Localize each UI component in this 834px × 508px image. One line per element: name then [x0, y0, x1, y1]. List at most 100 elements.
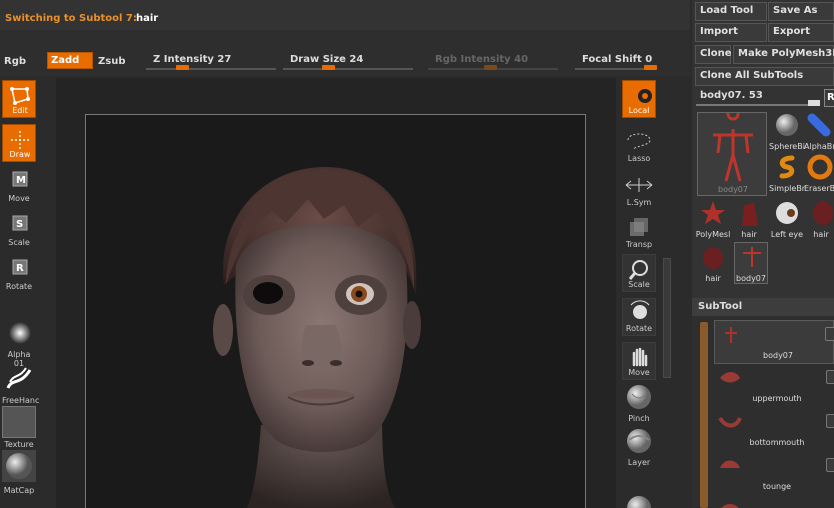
eraser-brush-icon	[807, 154, 833, 180]
rotate-label: Rotate	[5, 282, 33, 291]
subtool-item-label: uppermouth	[752, 394, 802, 403]
star-polymesh-icon	[701, 201, 725, 224]
clone-all-subtools-button[interactable]: Clone All SubTools	[695, 67, 834, 86]
right-toolbar: Local Lasso L.Sym Transp Scale Rotate Mo…	[618, 76, 660, 508]
status-subtool: hair	[136, 13, 159, 24]
rotate-view-label: Rotate	[625, 324, 653, 333]
r-button[interactable]: R	[824, 89, 834, 107]
edit-label: Edit	[12, 106, 28, 115]
rotate-view-button[interactable]: Rotate	[621, 298, 657, 336]
tool-slider-knob[interactable]	[808, 100, 820, 106]
alpha-icon	[9, 322, 31, 344]
tool-thumb-polymesh[interactable]: PolyMesl	[695, 198, 731, 239]
clone-button[interactable]: Clone	[695, 45, 732, 64]
edit-button[interactable]: Edit	[2, 80, 36, 118]
visibility-toggle-icon[interactable]	[826, 458, 834, 472]
subtool-item-body07[interactable]: body07	[714, 320, 834, 364]
layer-brush-button[interactable]: Layer	[621, 426, 657, 467]
subtool-item-next[interactable]	[714, 496, 834, 508]
tool-thumb-sphere[interactable]: SphereBi	[769, 110, 805, 151]
next-brush-button[interactable]	[621, 492, 657, 508]
hair-thumb-label-3: hair	[705, 274, 721, 283]
body-preview-icon	[725, 327, 737, 343]
simple-brush-icon	[779, 155, 795, 179]
draw-button[interactable]: Draw	[2, 124, 36, 162]
draw-size-slider[interactable]	[283, 68, 413, 70]
hair-mesh-icon-3	[703, 247, 723, 269]
lasso-icon	[627, 133, 651, 151]
move-view-button[interactable]: Move	[621, 342, 657, 380]
subtool-header[interactable]: SubTool	[692, 298, 834, 316]
focal-shift-label: Focal Shift 0	[582, 54, 653, 65]
lsym-icon	[625, 178, 653, 192]
move-button[interactable]: M Move	[2, 170, 36, 203]
make-polymesh-button[interactable]: Make PolyMesh3D	[733, 45, 834, 64]
freehand-stroke-icon	[6, 367, 32, 389]
alpha-brush-icon	[807, 113, 831, 137]
visibility-toggle-icon[interactable]	[825, 327, 834, 341]
current-tool-thumbnail[interactable]: body07	[697, 107, 767, 196]
zadd-button[interactable]: Zadd	[47, 52, 93, 69]
export-button[interactable]: Export	[768, 23, 834, 42]
focal-shift-knob[interactable]	[644, 65, 657, 70]
zsub-button[interactable]: Zsub	[98, 56, 125, 67]
layer-label: Layer	[627, 458, 651, 467]
transp-button[interactable]: Transp	[621, 216, 657, 249]
texture-button[interactable]: Texture	[2, 406, 36, 449]
pinch-label: Pinch	[628, 414, 650, 423]
scale-view-button[interactable]: Scale	[621, 254, 657, 292]
pinch-brush-button[interactable]: Pinch	[621, 382, 657, 423]
stroke-button[interactable]: FreeHanc	[2, 364, 39, 405]
tool-thumb-hair-2[interactable]: hair	[808, 198, 834, 239]
z-intensity-slider[interactable]	[146, 68, 276, 70]
subtool-item-uppermouth[interactable]: uppermouth	[714, 364, 834, 408]
save-as-button[interactable]: Save As	[768, 2, 834, 21]
canvas-scrollbar[interactable]	[663, 258, 671, 378]
z-intensity-knob[interactable]	[176, 65, 189, 70]
sphere-thumb-label: SphereBi	[769, 142, 805, 151]
visibility-toggle-icon[interactable]	[826, 414, 834, 428]
lasso-button[interactable]: Lasso	[621, 130, 657, 163]
scale-icon: S	[12, 215, 28, 231]
svg-text:R: R	[16, 263, 24, 274]
status-bar: Switching to Subtool 7: hair	[0, 8, 690, 30]
focal-shift-slider[interactable]	[575, 68, 655, 70]
body-figure-small-icon	[743, 247, 761, 267]
subtool-item-tounge[interactable]: tounge	[714, 452, 834, 496]
rgb-intensity-knob[interactable]	[484, 65, 497, 70]
move-label: Move	[8, 194, 30, 203]
tool-thumb-hair-3[interactable]: hair	[697, 242, 729, 283]
document-canvas[interactable]	[85, 114, 586, 508]
tool-thumb-hair-1[interactable]: hair	[733, 198, 765, 239]
current-tool-name: body07. 53	[700, 90, 763, 101]
rotate-button[interactable]: R Rotate	[2, 258, 36, 291]
load-tool-button[interactable]: Load Tool	[695, 2, 767, 21]
import-button[interactable]: Import	[695, 23, 767, 42]
uppermouth-preview-icon	[720, 372, 740, 383]
tool-thumb-eraser[interactable]: EraserB	[804, 152, 834, 193]
draw-size-knob[interactable]	[322, 65, 335, 70]
tool-slider[interactable]	[696, 104, 814, 106]
alpha-button[interactable]: Alpha 01	[2, 320, 36, 368]
tool-thumb-body[interactable]: body07	[734, 242, 768, 284]
tool-thumb-simple[interactable]: SimpleBr	[769, 152, 805, 193]
local-label: Local	[628, 106, 650, 115]
tounge-preview-icon	[720, 460, 740, 468]
visibility-toggle-icon[interactable]	[826, 370, 834, 384]
scale-button[interactable]: S Scale	[2, 214, 36, 247]
subtool-scrollbar[interactable]	[700, 322, 708, 508]
svg-text:M: M	[16, 175, 26, 186]
draw-size-label: Draw Size 24	[290, 54, 364, 65]
subtool-item-bottommouth[interactable]: bottommouth	[714, 408, 834, 452]
material-button[interactable]: MatCap	[2, 450, 36, 495]
local-button[interactable]: Local	[621, 80, 657, 118]
tool-thumb-left-eye[interactable]: Left eye	[767, 198, 807, 239]
menu-bar	[0, 0, 690, 8]
lsym-label: L.Sym	[626, 198, 652, 207]
subtool-item-label: tounge	[762, 482, 792, 491]
polymesh-thumb-label: PolyMesl	[695, 230, 731, 239]
body-figure-icon	[713, 107, 753, 182]
tool-thumb-alpha[interactable]: AlphaBr	[804, 110, 834, 151]
rgb-toggle[interactable]: Rgb	[4, 56, 26, 67]
lsym-button[interactable]: L.Sym	[621, 174, 657, 207]
